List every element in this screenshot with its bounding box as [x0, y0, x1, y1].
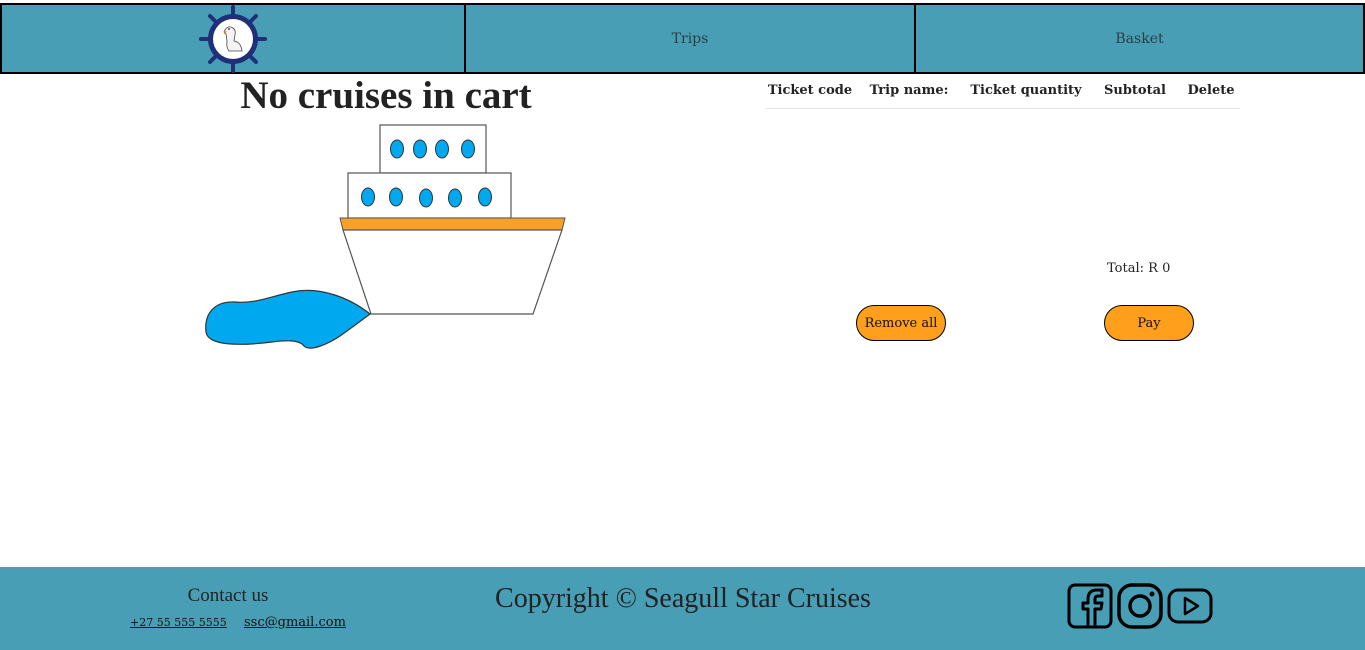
copyright-text: Copyright © Seagull Star Cruises [495, 583, 871, 614]
empty-cart-heading: No cruises in cart [240, 74, 532, 117]
nav-tab-basket[interactable]: Basket [916, 3, 1365, 74]
column-header-trip-name: Trip name: [854, 80, 964, 109]
column-header-delete: Delete [1182, 80, 1240, 109]
column-header-subtotal: Subtotal [1088, 80, 1182, 109]
cruise-ship-illustration-icon [205, 124, 566, 349]
remove-all-button[interactable]: Remove all [856, 305, 946, 341]
basket-link[interactable]: Basket [1115, 31, 1163, 47]
column-header-ticket-code: Ticket code [766, 80, 854, 109]
seagull-ship-wheel-logo-icon[interactable] [199, 4, 267, 73]
instagram-icon[interactable] [1117, 583, 1163, 629]
logo-cell[interactable] [0, 3, 466, 74]
contact-us-heading: Contact us [187, 585, 269, 606]
pay-button[interactable]: Pay [1104, 305, 1194, 341]
total-label: Total: R [1107, 261, 1158, 276]
footer: Contact us +27 55 555 5555 ssc@gmail.com… [0, 567, 1365, 650]
cart-table: Ticket code Trip name: Ticket quantity S… [766, 80, 1240, 109]
cart-total: Total: R 0 [1107, 261, 1170, 276]
youtube-icon[interactable] [1167, 586, 1213, 626]
social-links [1067, 583, 1213, 629]
cart-table-header-row: Ticket code Trip name: Ticket quantity S… [766, 80, 1240, 109]
phone-link[interactable]: +27 55 555 5555 [130, 616, 227, 629]
total-value: 0 [1162, 261, 1171, 276]
trips-link[interactable]: Trips [672, 31, 709, 47]
facebook-icon[interactable] [1067, 583, 1113, 629]
email-link[interactable]: ssc@gmail.com [244, 615, 346, 630]
top-nav: Trips Basket [0, 3, 1365, 74]
nav-tab-trips[interactable]: Trips [466, 3, 916, 74]
column-header-ticket-quantity: Ticket quantity [964, 80, 1088, 109]
